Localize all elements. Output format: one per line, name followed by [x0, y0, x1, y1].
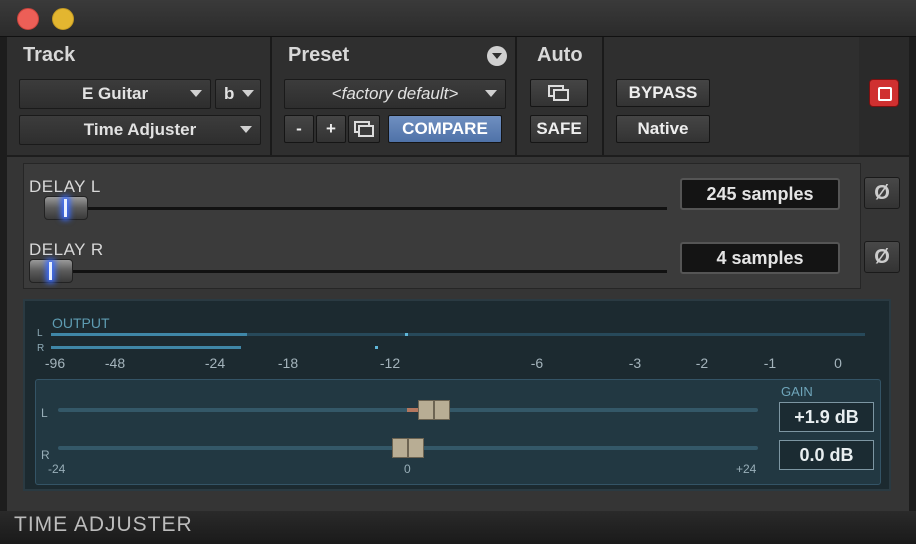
phase-invert-left-button[interactable]: Ø — [864, 177, 900, 209]
meter-right-level — [51, 346, 241, 349]
meter-right-label: R — [37, 343, 45, 354]
output-label: OUTPUT — [52, 315, 110, 331]
automation-button[interactable] — [530, 79, 588, 107]
delay-right-label: DELAY R — [29, 240, 104, 259]
preset-menu-button[interactable] — [487, 46, 507, 66]
scale-tick: -96 — [44, 355, 66, 371]
chevron-down-icon — [240, 126, 252, 133]
output-panel: OUTPUT L R -96 -48 -24 -18 -12 -6 -3 -2 … — [23, 299, 891, 491]
close-window-button[interactable] — [17, 8, 39, 30]
delay-left-track — [44, 207, 667, 210]
gain-min-label: -24 — [48, 462, 66, 476]
gain-left-channel-label: L — [41, 406, 48, 420]
plugin-name: Time Adjuster — [83, 120, 197, 139]
gain-center-label: 0 — [404, 462, 411, 476]
next-preset-button[interactable]: + — [316, 115, 346, 143]
plugin-main: DELAY L 245 samples DELAY R 4 samples Ø … — [7, 157, 909, 511]
delay-right-slider[interactable] — [29, 259, 73, 283]
native-format-button[interactable]: Native — [616, 115, 710, 143]
delay-right-track — [44, 270, 667, 273]
window-titlebar — [0, 0, 916, 37]
auto-label: Auto — [537, 44, 583, 66]
chevron-down-icon — [190, 90, 202, 97]
track-sub-label: b — [224, 84, 235, 103]
gain-max-label: +24 — [736, 462, 757, 476]
scale-tick: 0 — [834, 355, 842, 371]
bypass-button[interactable]: BYPASS — [616, 79, 710, 107]
scale-tick: -18 — [277, 355, 299, 371]
delay-left-label: DELAY L — [29, 177, 101, 196]
scale-tick: -24 — [204, 355, 226, 371]
plugin-selector[interactable]: Time Adjuster — [19, 115, 261, 145]
copy-settings-icon — [354, 121, 374, 137]
previous-preset-button[interactable]: - — [284, 115, 314, 143]
meter-left-peak — [405, 333, 408, 336]
scale-tick: -1 — [763, 355, 777, 371]
plugin-header: Track E Guitar b Time Adjuster Preset <f… — [7, 37, 909, 155]
track-label: Track — [23, 44, 76, 66]
automation-icon — [548, 85, 569, 101]
scale-tick: -3 — [628, 355, 642, 371]
safe-button[interactable]: SAFE — [530, 115, 588, 143]
compare-button[interactable]: COMPARE — [388, 115, 502, 143]
meter-left-label: L — [37, 328, 43, 339]
scale-tick: -48 — [104, 355, 126, 371]
delay-right-value[interactable]: 4 samples — [680, 242, 840, 274]
track-section: Track E Guitar b Time Adjuster — [7, 37, 272, 155]
gain-label: GAIN — [781, 384, 813, 399]
auto-section: Auto SAFE — [517, 37, 604, 155]
gain-right-channel-label: R — [41, 448, 50, 462]
power-icon[interactable] — [869, 79, 899, 107]
plugin-footer: TIME ADJUSTER — [0, 511, 916, 544]
gain-panel: L R -24 0 +24 GAIN +1.9 dB 0.0 dB — [35, 379, 881, 485]
meter-right-peak — [375, 346, 378, 349]
gain-right-fader[interactable] — [392, 438, 424, 458]
minimize-window-button[interactable] — [52, 8, 74, 30]
meter-left-level — [51, 333, 247, 336]
scale-tick: -12 — [379, 355, 401, 371]
chevron-down-icon — [485, 90, 497, 97]
delay-left-value[interactable]: 245 samples — [680, 178, 840, 210]
preset-label: Preset — [288, 44, 350, 66]
track-sub-selector[interactable]: b — [215, 79, 261, 109]
preset-section: Preset <factory default> - + COMPARE — [272, 37, 517, 155]
delay-panel: DELAY L 245 samples DELAY R 4 samples — [23, 163, 861, 289]
gain-right-value[interactable]: 0.0 dB — [779, 440, 874, 470]
bypass-section: BYPASS Native — [604, 37, 859, 155]
scale-tick: -6 — [530, 355, 544, 371]
phase-invert-right-button[interactable]: Ø — [864, 241, 900, 273]
track-name: E Guitar — [81, 84, 149, 103]
gain-left-value[interactable]: +1.9 dB — [779, 402, 874, 432]
preset-name: <factory default> — [331, 84, 459, 103]
copy-settings-button[interactable] — [348, 115, 380, 143]
chevron-down-icon — [242, 90, 254, 97]
plugin-title: TIME ADJUSTER — [14, 513, 193, 536]
track-selector[interactable]: E Guitar — [19, 79, 211, 109]
scale-tick: -2 — [695, 355, 709, 371]
delay-left-slider[interactable] — [44, 196, 88, 220]
gain-left-fader[interactable] — [418, 400, 450, 420]
preset-selector[interactable]: <factory default> — [284, 79, 506, 109]
